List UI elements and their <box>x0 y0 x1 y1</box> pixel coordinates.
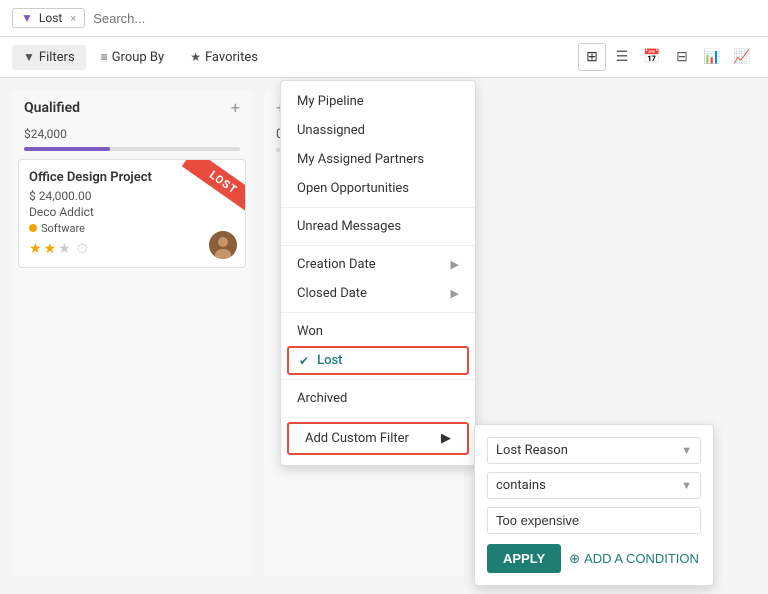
card-partner: Deco Addict <box>29 205 235 219</box>
filter-open-opportunities-label: Open Opportunities <box>297 181 409 196</box>
star-icon: ★ <box>190 50 201 64</box>
qualified-column-title: Qualified <box>24 100 80 116</box>
lost-check-icon: ✔ <box>299 354 309 368</box>
area-chart-view-icon[interactable]: 📈 <box>728 43 756 71</box>
divider-1 <box>281 207 475 208</box>
closed-date-arrow-icon: ▶ <box>451 287 459 300</box>
cf-value-input[interactable] <box>487 507 701 534</box>
apply-button[interactable]: APPLY <box>487 544 561 573</box>
divider-4 <box>281 379 475 380</box>
search-input[interactable] <box>93 11 756 26</box>
kanban-view-icon[interactable]: ⊞ <box>578 43 606 71</box>
filter-my-assigned-partners-label: My Assigned Partners <box>297 152 424 167</box>
plus-icon: ⊕ <box>569 551 580 567</box>
cf-field-arrow-icon: ▼ <box>681 444 692 457</box>
star-1-icon[interactable]: ★ <box>29 241 42 257</box>
filter-lost-label: Lost <box>317 353 342 368</box>
card-avatar <box>209 231 237 259</box>
filter-closed-date[interactable]: Closed Date ▶ <box>281 279 475 308</box>
custom-filter-panel: Lost Reason ▼ contains ▼ APPLY ⊕ ADD A C… <box>474 424 714 586</box>
qualified-progress-bar <box>24 147 240 151</box>
filter-creation-date-label: Creation Date <box>297 257 376 272</box>
filter-unassigned-label: Unassigned <box>297 123 365 138</box>
group-by-label: Group By <box>112 50 165 65</box>
filters-menu: My Pipeline Unassigned My Assigned Partn… <box>280 80 476 466</box>
secondary-toolbar: ▼ Filters ≡ Group By ★ Favorites ⊞ ☰ 📅 ⊟… <box>0 37 768 78</box>
add-condition-button[interactable]: ⊕ ADD A CONDITION <box>569 551 699 567</box>
group-by-button[interactable]: ≡ Group By <box>90 45 176 70</box>
bar-chart-view-icon[interactable]: 📊 <box>698 43 726 71</box>
filter-unread-messages-label: Unread Messages <box>297 219 401 234</box>
cf-operator-label: contains <box>496 478 546 493</box>
cf-field-row: Lost Reason ▼ <box>487 437 701 464</box>
avatar-image <box>209 231 237 259</box>
filters-dropdown: My Pipeline Unassigned My Assigned Partn… <box>280 80 476 466</box>
filter-my-pipeline[interactable]: My Pipeline <box>281 87 475 116</box>
star-2-icon[interactable]: ★ <box>44 241 57 257</box>
top-search-bar: ▼ Lost × <box>0 0 768 37</box>
filter-open-opportunities[interactable]: Open Opportunities <box>281 174 475 203</box>
add-custom-filter-item[interactable]: Add Custom Filter ▶ <box>287 422 469 455</box>
cf-value-row <box>487 507 701 534</box>
calendar-view-icon[interactable]: 📅 <box>638 43 666 71</box>
card-tag-label: Software <box>41 222 85 235</box>
qualified-column: Qualified + $24,000 Office Design Projec… <box>12 90 252 576</box>
divider-2 <box>281 245 475 246</box>
filter-won[interactable]: Won <box>281 317 475 346</box>
cf-field-label: Lost Reason <box>496 443 568 458</box>
star-3-icon[interactable]: ★ <box>58 241 71 257</box>
active-filter-tag[interactable]: ▼ Lost × <box>12 8 85 28</box>
add-custom-filter-label: Add Custom Filter <box>305 431 409 446</box>
filter-won-label: Won <box>297 324 323 339</box>
divider-3 <box>281 312 475 313</box>
office-design-card[interactable]: Office Design Project $ 24,000.00 Deco A… <box>18 159 246 268</box>
filter-archived[interactable]: Archived <box>281 384 475 413</box>
view-switcher: ⊞ ☰ 📅 ⊟ 📊 📈 <box>578 43 756 71</box>
list-view-icon[interactable]: ☰ <box>608 43 636 71</box>
cf-operator-row: contains ▼ <box>487 472 701 499</box>
filter-tag-label: Lost <box>39 11 62 25</box>
filters-button[interactable]: ▼ Filters <box>12 45 86 70</box>
tag-dot-icon <box>29 224 37 232</box>
qualified-progress-fill <box>24 147 110 151</box>
filter-archived-label: Archived <box>297 391 347 406</box>
creation-date-arrow-icon: ▶ <box>451 258 459 271</box>
filter-icon: ▼ <box>23 50 35 64</box>
filter-closed-date-label: Closed Date <box>297 286 367 301</box>
qualified-column-header: Qualified + <box>12 90 252 125</box>
cf-operator-arrow-icon: ▼ <box>681 479 692 492</box>
filter-tag-close-icon[interactable]: × <box>70 12 76 25</box>
cf-action-buttons: APPLY ⊕ ADD A CONDITION <box>487 544 701 573</box>
add-condition-label: ADD A CONDITION <box>584 551 699 566</box>
filters-label: Filters <box>39 50 75 65</box>
filter-funnel-icon: ▼ <box>21 11 33 25</box>
cf-field-select[interactable]: Lost Reason ▼ <box>487 437 701 464</box>
card-amount: $ 24,000.00 <box>29 189 235 203</box>
add-custom-filter-arrow-icon: ▶ <box>441 431 451 446</box>
filter-lost[interactable]: ✔ Lost <box>287 346 469 375</box>
card-tag: Software <box>29 222 85 235</box>
favorites-button[interactable]: ★ Favorites <box>179 45 269 70</box>
filter-creation-date[interactable]: Creation Date ▶ <box>281 250 475 279</box>
filter-unread-messages[interactable]: Unread Messages <box>281 212 475 241</box>
pivot-view-icon[interactable]: ⊟ <box>668 43 696 71</box>
group-by-icon: ≡ <box>101 50 108 64</box>
cf-operator-select[interactable]: contains ▼ <box>487 472 701 499</box>
divider-5 <box>281 417 475 418</box>
filter-my-pipeline-label: My Pipeline <box>297 94 364 109</box>
favorites-label: Favorites <box>205 50 258 65</box>
qualified-column-add-icon[interactable]: + <box>231 98 240 117</box>
qualified-column-amount: $24,000 <box>12 125 252 147</box>
card-rating: ★ ★ ★ ⏱ <box>29 241 235 257</box>
filter-my-assigned-partners[interactable]: My Assigned Partners <box>281 145 475 174</box>
filter-unassigned[interactable]: Unassigned <box>281 116 475 145</box>
schedule-icon: ⏱ <box>77 241 88 257</box>
